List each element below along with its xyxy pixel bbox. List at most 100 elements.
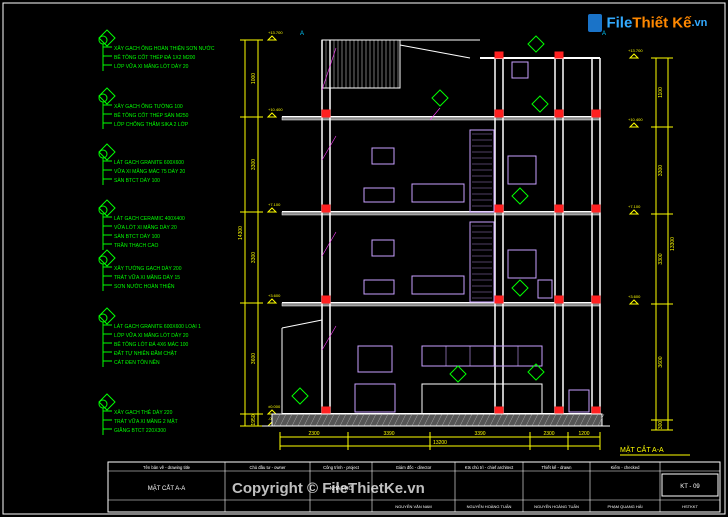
note-text: BÊ TÔNG LÓT ĐÁ 4X6 MÁC 100 (114, 340, 189, 348)
level-marker (266, 207, 278, 213)
dim-text-right: 3600 (658, 356, 664, 367)
note-text: GIẰNG BTCT 220X300 (114, 426, 166, 434)
beam (591, 295, 601, 304)
section-title: MẶT CẮT A-A (620, 445, 664, 454)
dim-text-bottom: 2300 (543, 431, 554, 437)
kitchen-counter (421, 383, 543, 415)
desk (363, 279, 395, 295)
note-text: SÀN BTCT DÀY 100 (114, 177, 160, 184)
grid-diamond-marker (291, 387, 309, 405)
beam (591, 204, 601, 213)
dim-text-right: 3300 (658, 253, 664, 264)
title-block-header: Tên bản vẽ - drawing title (143, 465, 191, 470)
title-block-signer: PHẠM QUANG HẢI (607, 504, 642, 509)
beam (554, 406, 564, 415)
title-block-header: Kts chủ trì - chief architect (465, 465, 514, 470)
dim-total-right: 13300 (670, 237, 676, 251)
level-marker (628, 122, 640, 128)
beam (554, 109, 564, 118)
section-drawing: XÂY GẠCH ỐNG HOÀN THIỆN SƠN NƯỚC BÊ TÔNG … (2, 2, 726, 515)
dim-text-bottom: 3390 (383, 431, 394, 437)
grid-diamond-marker (527, 35, 545, 53)
toilet (537, 279, 553, 299)
dining-set (354, 383, 396, 413)
dim-total-left: 14300 (238, 226, 244, 240)
picture-frame (357, 345, 393, 373)
beam (494, 295, 504, 304)
title-block-header: Công trình - project (323, 465, 360, 470)
logo-text-file: File (606, 14, 633, 32)
title-block-sheet-no: KT - 09 (680, 484, 700, 490)
logo-text-thietke: Thiết Kế (632, 14, 692, 32)
note-text: LỚP VỮA XI MĂNG LÓT DÀY 20 (114, 332, 189, 339)
note-text: ĐẤT TỰ NHIÊN ĐẦM CHẶT (114, 349, 177, 357)
roof-slope (399, 44, 471, 59)
level-marker (628, 53, 640, 59)
beam (494, 109, 504, 118)
note-text: XÂY GẠCH ỐNG HOÀN THIỆN SƠN NƯỚC (114, 44, 215, 52)
leader-line (321, 325, 337, 351)
note-text: LỚP CHỐNG THẤM SIKA 2 LỚP (114, 121, 189, 128)
dim-text-bottom: 3390 (474, 431, 485, 437)
level-text: +13.700 (628, 48, 643, 53)
stair-toilet (568, 389, 590, 413)
beam (494, 204, 504, 213)
beam (554, 51, 564, 59)
dim-text-right: 1100 (658, 87, 664, 98)
grid-diamond-marker (531, 95, 549, 113)
title-block-signer: NGUYỄN VĂN NAM (395, 504, 431, 509)
level-marker (628, 299, 640, 305)
level-text: +7.100 (268, 202, 281, 207)
level-marker (266, 409, 278, 415)
kitchen-cabinets (421, 345, 543, 367)
dim-text-right: 3300 (658, 165, 664, 176)
title-block-sheet-note: HSTKKT (682, 504, 698, 509)
section-cut-left: A (300, 31, 304, 37)
beam (554, 295, 564, 304)
level-text: +10.400 (628, 117, 643, 122)
note-text: LÁT GẠCH GRANITE 600X600 LOẠI 1 (114, 323, 201, 330)
note-text: XÂY GẠCH ỐNG TƯỜNG 100 (114, 103, 183, 110)
note-text: XÂY GẠCH THẺ DÀY 220 (114, 409, 173, 416)
grid-diamond-marker (431, 89, 449, 107)
window (507, 249, 537, 279)
level-text: +10.400 (268, 107, 283, 112)
canopy (281, 319, 323, 329)
cad-drawing-canvas: XÂY GẠCH ỐNG HOÀN THIỆN SƠN NƯỚC BÊ TÔNG … (0, 0, 728, 517)
beam (494, 406, 504, 415)
note-text: SÀN BTCT DÀY 100 (114, 233, 160, 240)
leader-line (321, 231, 337, 257)
tv-unit (371, 239, 395, 257)
copyright-watermark: Copyright © FileThietKe.vn (232, 480, 425, 497)
desk (363, 187, 395, 203)
title-block-signer: NGUYỄN HOÀNG TUẤN (534, 504, 579, 509)
level-marker (266, 298, 278, 304)
logo-watermark: FileThiết Kế.vn (588, 14, 707, 32)
bed (411, 275, 465, 295)
logo-icon (588, 14, 602, 32)
dim-text-left: 3300 (251, 159, 257, 170)
note-text: LÁT GẠCH CERAMIC 400X400 (114, 215, 185, 222)
grid-diamond-marker (449, 365, 467, 383)
tv-unit (371, 147, 395, 165)
beam (321, 406, 331, 415)
beam (591, 109, 601, 118)
dim-text-bottom: 2300 (308, 431, 319, 437)
level-text: +7.100 (628, 204, 641, 209)
note-text: XÂY TƯỜNG GẠCH DÀY 200 (114, 265, 182, 272)
note-text: VỮA LÓT XI MĂNG DÀY 20 (114, 224, 177, 231)
title-block-header: Giám đốc - director (396, 465, 432, 470)
washer (511, 61, 529, 79)
level-text: +3.600 (628, 294, 641, 299)
dim-text-left: 1000 (251, 73, 257, 84)
dim-total-bottom: 13200 (433, 440, 447, 446)
note-text: TRẦN THẠCH CAO (114, 242, 158, 249)
dim-text-left: 3600 (251, 353, 257, 364)
title-block-signer: NGUYỄN HOÀNG TUẤN (467, 504, 512, 509)
dim-text-left: 1950 (251, 414, 257, 425)
dim-text-left: 3300 (251, 252, 257, 263)
beam (494, 51, 504, 59)
note-text: TRÁT VỮA XI MĂNG 2 MẶT (114, 418, 178, 425)
title-block-header: Kiểm - checked (611, 465, 641, 470)
beam (321, 295, 331, 304)
